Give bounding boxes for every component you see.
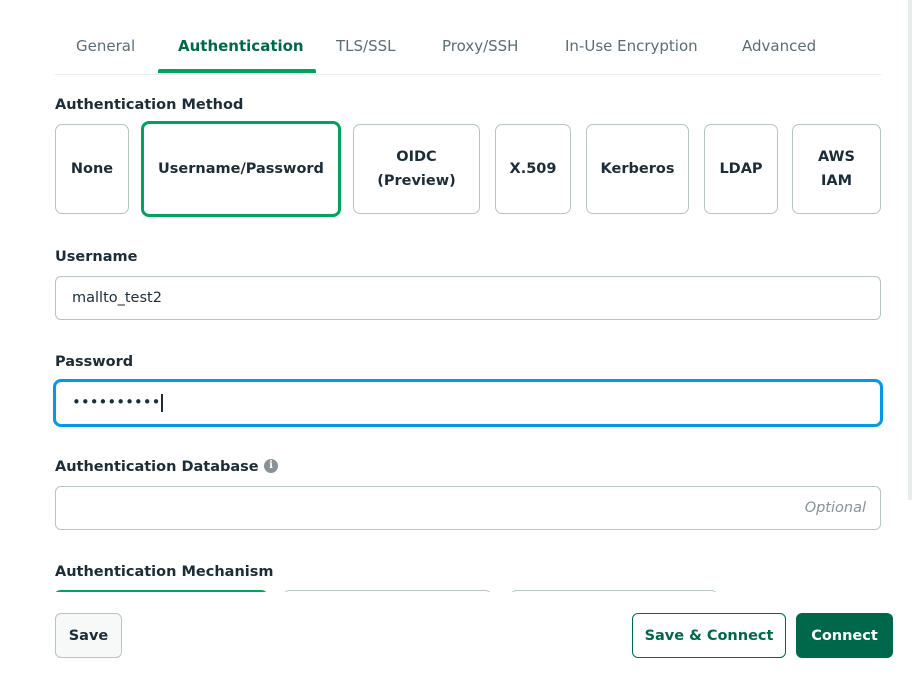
password-value: •••••••••• <box>72 393 161 411</box>
save-button[interactable]: Save <box>55 613 122 658</box>
auth-mechanism-label: Authentication Mechanism <box>55 564 274 580</box>
auth-option-oidc[interactable]: OIDC (Preview) <box>353 124 480 214</box>
info-icon[interactable]: i <box>264 459 278 473</box>
password-input[interactable]: •••••••••• <box>53 379 883 427</box>
auth-option-x509[interactable]: X.509 <box>495 124 571 214</box>
tab-advanced[interactable]: Advanced <box>742 37 816 55</box>
tab-authentication[interactable]: Authentication <box>178 37 304 55</box>
tab-general[interactable]: General <box>76 37 135 55</box>
text-caret <box>161 393 163 412</box>
auth-option-label: X.509 <box>509 161 557 177</box>
auth-option-label: OIDC (Preview) <box>377 149 456 189</box>
auth-method-label: Authentication Method <box>55 97 244 113</box>
tab-bar: General Authentication TLS/SSL Proxy/SSH… <box>55 0 881 75</box>
password-label: Password <box>55 354 134 370</box>
auth-option-username-password[interactable]: Username/Password <box>141 121 341 217</box>
auth-database-placeholder: Optional <box>804 500 866 516</box>
tab-proxy-ssh[interactable]: Proxy/SSH <box>442 37 518 55</box>
auth-option-label: None <box>70 161 114 177</box>
tab-tls-ssl[interactable]: TLS/SSL <box>336 37 396 55</box>
connect-button[interactable]: Connect <box>796 613 893 658</box>
auth-option-none[interactable]: None <box>55 124 129 214</box>
auth-option-aws-iam[interactable]: AWS IAM <box>792 124 881 214</box>
active-tab-indicator <box>158 69 316 73</box>
auth-option-label: Kerberos <box>600 161 675 177</box>
auth-database-label: Authentication Database <box>55 459 259 475</box>
auth-option-kerberos[interactable]: Kerberos <box>586 124 689 214</box>
scrollbar-track[interactable] <box>908 0 912 500</box>
auth-option-label: Username/Password <box>158 161 324 177</box>
username-value: mallto_test2 <box>72 290 162 306</box>
auth-option-label: AWS IAM <box>817 149 855 189</box>
username-label: Username <box>55 249 138 265</box>
tab-in-use-encryption[interactable]: In-Use Encryption <box>565 37 698 55</box>
auth-database-input[interactable]: Optional <box>55 486 881 530</box>
username-input[interactable]: mallto_test2 <box>55 276 881 320</box>
auth-option-label: LDAP <box>719 161 763 177</box>
auth-option-ldap[interactable]: LDAP <box>704 124 778 214</box>
save-and-connect-button[interactable]: Save & Connect <box>632 613 786 658</box>
